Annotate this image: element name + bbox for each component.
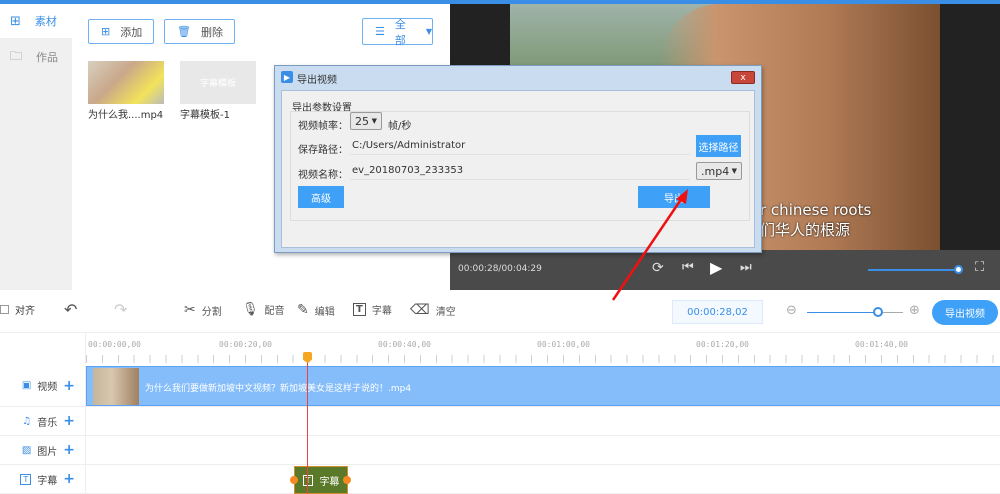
tick-label: 00:00:20,00 [219, 340, 272, 349]
list-icon: ☰ [375, 25, 385, 38]
video-clip[interactable]: 为什么我们要做新加坡中文视频？新加坡美女是这样子说的！.mp4 [86, 366, 1000, 406]
split-button[interactable]: ✂ 分割 [184, 302, 222, 318]
media-thumbnail-subtitle-template[interactable]: 字幕模板 [180, 61, 256, 104]
sidebar-item-works[interactable]: 🗀 作品 [0, 40, 72, 74]
text-icon: T [353, 303, 366, 316]
player-controls: 00:00:28/00:04:29 ⟳ ⏮ ▶ ⏭ ⛶ [450, 250, 1000, 290]
name-field[interactable]: ev_20180703_233353 [350, 161, 690, 180]
media-caption: 为什么我....mp4 [88, 110, 164, 121]
next-icon[interactable]: ⏭ [740, 260, 752, 275]
tick-label: 00:01:00,00 [537, 340, 590, 349]
timeline-ruler[interactable]: 00:00:00,00 00:00:20,00 00:00:40,00 00:0… [85, 333, 1000, 363]
add-image-icon[interactable]: + [63, 442, 75, 458]
playback-time: 00:00:28/00:04:29 [458, 264, 542, 274]
subtitle-track: T字幕 [85, 465, 1000, 494]
fps-select[interactable]: 25 ▼ [350, 112, 382, 130]
ruler-ticks [86, 355, 1000, 363]
fps-label: 视频帧率： [298, 121, 348, 132]
music-track [85, 407, 1000, 436]
fps-unit: 帧/秒 [388, 121, 412, 132]
close-button[interactable]: x [731, 71, 755, 84]
subtitle-clip[interactable]: T字幕 [294, 466, 348, 494]
microphone-icon: 🎙 [242, 302, 259, 317]
media-caption: 字幕模板-1 [180, 110, 230, 121]
dub-button[interactable]: 🎙 配音 [242, 302, 285, 317]
image-icon: ▨ [21, 444, 32, 456]
add-music-icon[interactable]: + [63, 413, 75, 429]
video-subtitle-en: r chinese roots [760, 201, 872, 219]
track-label-music: ♫ 音乐 + [0, 407, 85, 436]
play-icon[interactable]: ▶ [710, 258, 722, 277]
delete-button[interactable]: 🗑 删除 [164, 19, 235, 44]
tick-label: 00:00:40,00 [378, 340, 431, 349]
video-icon: ▣ [21, 380, 32, 391]
path-label: 保存路径： [298, 145, 348, 156]
add-subtitle-icon[interactable]: + [63, 471, 75, 487]
clip-title: 为什么我们要做新加坡中文视频？新加坡美女是这样子说的！.mp4 [145, 384, 412, 394]
redo-icon[interactable]: ↷ [114, 300, 127, 319]
sidebar-item-material[interactable]: ⊞ 素材 [0, 4, 72, 38]
text-icon: T [20, 473, 32, 485]
tick-label: 00:01:40,00 [855, 340, 908, 349]
image-track [85, 436, 1000, 465]
chevron-down-icon: ▼ [371, 117, 377, 125]
zoom-handle[interactable] [873, 307, 883, 317]
name-label: 视频名称： [298, 170, 348, 181]
track-label-video: ▣ 视频 + [0, 365, 85, 407]
pencil-icon: ✎ [297, 302, 309, 318]
chevron-down-icon: ▼ [425, 27, 432, 36]
clip-left-handle[interactable] [290, 476, 298, 484]
music-icon: ♫ [22, 415, 32, 427]
folder-add-icon: ⊞ [101, 25, 111, 38]
add-button[interactable]: ⊞ 添加 [88, 19, 154, 44]
tick-label: 00:00:00,00 [88, 340, 141, 349]
edit-toolbar: 对齐 ↶ ↷ ✂ 分割 🎙 配音 ✎ 编辑 T 字幕 ⌫ 清空 00:00:28,02 ⊖… [0, 290, 1000, 333]
volume-handle[interactable] [954, 265, 963, 274]
clip-thumbnail [93, 368, 139, 405]
chevron-down-icon: ▼ [731, 167, 737, 175]
sidebar: ⊞ 素材 🗀 作品 [0, 4, 72, 290]
zoom-slider[interactable] [807, 312, 903, 313]
video-track: 为什么我们要做新加坡中文视频？新加坡美女是这样子说的！.mp4 [85, 365, 1000, 407]
export-video-button[interactable]: 导出视频 [932, 300, 998, 325]
eraser-icon: ⌫ [410, 302, 430, 318]
track-label-subtitle: T 字幕 + [0, 465, 85, 494]
app-logo-icon: ▶ [281, 71, 293, 83]
clear-button[interactable]: ⌫ 清空 [410, 302, 456, 318]
fullscreen-icon[interactable]: ⛶ [975, 260, 984, 275]
annotation-arrow [611, 189, 688, 301]
playhead-line [307, 362, 308, 494]
dialog-title: 导出视频 [297, 75, 337, 86]
trash-icon: 🗑 [177, 25, 191, 38]
tick-label: 00:01:20,00 [696, 340, 749, 349]
media-thumbnail-video[interactable] [88, 61, 164, 104]
choose-path-button[interactable]: 选择路径 [696, 135, 741, 157]
scissors-icon: ✂ [184, 302, 196, 318]
video-subtitle-zh: 们华人的根源 [760, 221, 851, 239]
path-field[interactable]: C:/Users/Administrator [350, 136, 690, 155]
track-label-image: ▨ 图片 + [0, 436, 85, 465]
add-video-icon[interactable]: + [63, 378, 75, 394]
folder-icon: 🗀 [10, 48, 23, 63]
align-checkbox[interactable]: 对齐 [0, 302, 35, 317]
zoom-out-icon[interactable]: ⊖ [786, 303, 797, 318]
advanced-button[interactable]: 高级 [298, 186, 344, 208]
undo-icon[interactable]: ↶ [64, 300, 77, 319]
format-select[interactable]: .mp4 ▼ [696, 162, 742, 180]
clip-right-handle[interactable] [343, 476, 351, 484]
checkbox-icon [0, 305, 9, 314]
volume-slider[interactable] [868, 269, 958, 271]
grid-icon: ⊞ [10, 13, 21, 29]
filter-dropdown[interactable]: ☰ 全部 ▼ [362, 18, 433, 47]
zoom-in-icon[interactable]: ⊕ [909, 303, 920, 318]
subtitle-button[interactable]: T 字幕 [353, 302, 392, 317]
edit-button[interactable]: ✎ 编辑 [297, 302, 335, 318]
